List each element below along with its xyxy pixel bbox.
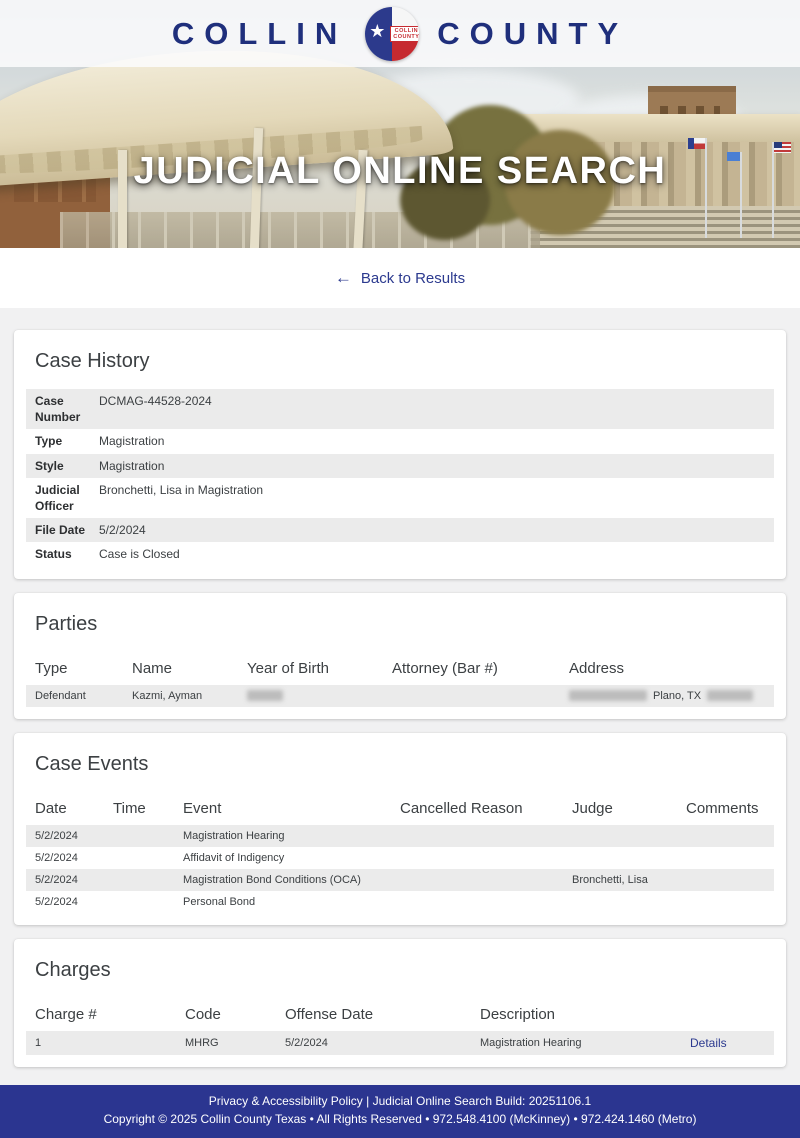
column-header: Code bbox=[185, 1006, 285, 1023]
case-events-header-row: Date Time Event Cancelled Reason Judge C… bbox=[26, 792, 774, 825]
party-row: Defendant Kazmi, Ayman Plano, TX bbox=[26, 685, 774, 707]
seal-label: COLLIN COUNTY bbox=[390, 26, 419, 42]
redacted-year-of-birth bbox=[247, 690, 283, 701]
page-title: JUDICIAL ONLINE SEARCH bbox=[0, 150, 800, 193]
party-name: Kazmi, Ayman bbox=[132, 690, 247, 702]
brand-county: COUNTY bbox=[437, 16, 628, 52]
brand-collin: COLLIN bbox=[172, 16, 347, 52]
field-value: DCMAG-44528-2024 bbox=[99, 393, 212, 409]
field-value: 5/2/2024 bbox=[99, 522, 146, 538]
case-events-title: Case Events bbox=[35, 753, 765, 776]
build-version-text: Judicial Online Search Build: 20251106.1 bbox=[373, 1094, 592, 1108]
parties-card: Parties Type Name Year of Birth Attorney… bbox=[14, 593, 786, 719]
collin-county-seal-icon: ★ COLLIN COUNTY bbox=[365, 7, 419, 61]
case-history-row: Style Magistration bbox=[26, 454, 774, 478]
redacted-street-address bbox=[569, 690, 647, 701]
main-content: Case History Case Number DCMAG-44528-202… bbox=[0, 308, 800, 1085]
party-type: Defendant bbox=[35, 690, 132, 702]
party-address: Plano, TX bbox=[569, 690, 765, 702]
column-header: Offense Date bbox=[285, 1006, 480, 1023]
column-header: Comments bbox=[686, 800, 765, 817]
case-history-row: Case Number DCMAG-44528-2024 bbox=[26, 389, 774, 429]
event-judge: Bronchetti, Lisa bbox=[572, 874, 686, 886]
charge-details-link[interactable]: Details bbox=[690, 1036, 727, 1050]
parties-header-row: Type Name Year of Birth Attorney (Bar #)… bbox=[26, 652, 774, 685]
field-label: Judicial Officer bbox=[35, 482, 87, 514]
case-history-card: Case History Case Number DCMAG-44528-202… bbox=[14, 330, 786, 579]
field-value: Bronchetti, Lisa in Magistration bbox=[99, 482, 263, 498]
charges-header-row: Charge # Code Offense Date Description bbox=[26, 998, 774, 1031]
column-header: Type bbox=[35, 660, 132, 677]
parties-title: Parties bbox=[35, 613, 765, 636]
event-name: Magistration Bond Conditions (OCA) bbox=[183, 874, 400, 886]
field-label: Style bbox=[35, 458, 87, 474]
address-city: Plano, TX bbox=[653, 690, 701, 702]
charge-row: 1 MHRG 5/2/2024 Magistration Hearing Det… bbox=[26, 1031, 774, 1055]
case-event-row: 5/2/2024 Magistration Bond Conditions (O… bbox=[26, 869, 774, 891]
texas-star-icon: ★ bbox=[369, 22, 385, 40]
column-header: Attorney (Bar #) bbox=[392, 660, 569, 677]
case-history-row: Status Case is Closed bbox=[26, 542, 774, 566]
column-header: Date bbox=[35, 800, 113, 817]
event-date: 5/2/2024 bbox=[35, 896, 113, 908]
column-header: Event bbox=[183, 800, 400, 817]
column-header: Address bbox=[569, 660, 765, 677]
site-header: COLLIN ★ COLLIN COUNTY COUNTY bbox=[0, 0, 800, 67]
site-footer: Privacy & Accessibility Policy | Judicia… bbox=[0, 1085, 800, 1138]
privacy-policy-link[interactable]: Privacy & Accessibility Policy bbox=[209, 1094, 363, 1108]
charge-code: MHRG bbox=[185, 1037, 285, 1049]
party-year-of-birth bbox=[247, 690, 392, 702]
footer-copyright: Copyright © 2025 Collin County Texas • A… bbox=[10, 1110, 790, 1129]
event-name: Magistration Hearing bbox=[183, 830, 400, 842]
back-strip: ← Back to Results bbox=[0, 248, 800, 308]
column-header: Name bbox=[132, 660, 247, 677]
case-history-row: Judicial Officer Bronchetti, Lisa in Mag… bbox=[26, 478, 774, 518]
case-event-row: 5/2/2024 Magistration Hearing bbox=[26, 825, 774, 847]
charges-title: Charges bbox=[35, 959, 765, 982]
texas-flag bbox=[688, 138, 705, 149]
event-name: Personal Bond bbox=[183, 896, 400, 908]
hero-banner: COLLIN ★ COLLIN COUNTY COUNTY JUDICIAL O… bbox=[0, 0, 800, 248]
field-label: Case Number bbox=[35, 393, 87, 425]
case-event-row: 5/2/2024 Personal Bond bbox=[26, 891, 774, 913]
case-history-title: Case History bbox=[35, 350, 765, 373]
charges-card: Charges Charge # Code Offense Date Descr… bbox=[14, 939, 786, 1067]
event-date: 5/2/2024 bbox=[35, 830, 113, 842]
field-label: File Date bbox=[35, 522, 87, 538]
charge-offense-date: 5/2/2024 bbox=[285, 1037, 480, 1049]
footer-line1: Privacy & Accessibility Policy | Judicia… bbox=[10, 1092, 790, 1111]
field-value: Case is Closed bbox=[99, 546, 180, 562]
back-to-results-link[interactable]: ← Back to Results bbox=[335, 268, 465, 288]
field-label: Status bbox=[35, 546, 87, 562]
event-date: 5/2/2024 bbox=[35, 852, 113, 864]
column-header: Time bbox=[113, 800, 183, 817]
redacted-zip-code bbox=[707, 690, 753, 701]
field-label: Type bbox=[35, 433, 87, 449]
column-header: Cancelled Reason bbox=[400, 800, 572, 817]
back-arrow-icon: ← bbox=[335, 268, 352, 288]
charge-number: 1 bbox=[35, 1037, 185, 1049]
charge-description: Magistration Hearing bbox=[480, 1037, 690, 1049]
case-event-row: 5/2/2024 Affidavit of Indigency bbox=[26, 847, 774, 869]
seal-label-line2: COUNTY bbox=[393, 34, 419, 40]
event-date: 5/2/2024 bbox=[35, 874, 113, 886]
event-name: Affidavit of Indigency bbox=[183, 852, 400, 864]
case-history-row: Type Magistration bbox=[26, 429, 774, 453]
column-header: Charge # bbox=[35, 1006, 185, 1023]
field-value: Magistration bbox=[99, 458, 164, 474]
column-header: Year of Birth bbox=[247, 660, 392, 677]
case-events-card: Case Events Date Time Event Cancelled Re… bbox=[14, 733, 786, 925]
column-header: Description bbox=[480, 1006, 690, 1023]
back-link-label: Back to Results bbox=[361, 270, 465, 287]
case-history-row: File Date 5/2/2024 bbox=[26, 518, 774, 542]
column-header: Judge bbox=[572, 800, 686, 817]
field-value: Magistration bbox=[99, 433, 164, 449]
